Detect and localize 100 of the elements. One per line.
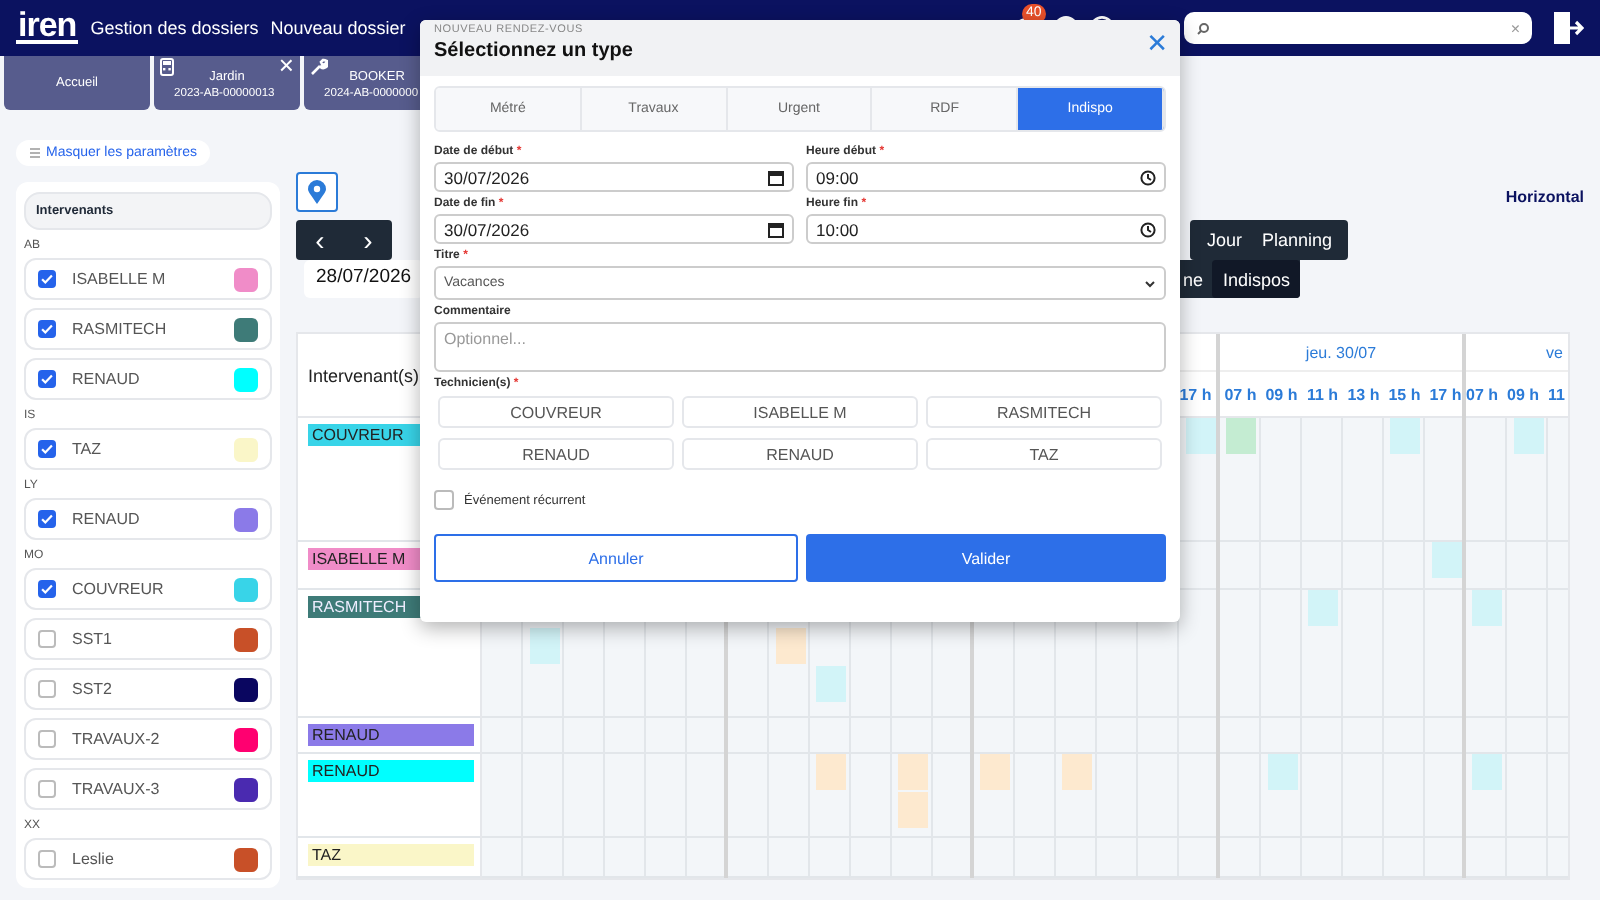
nav-arrow-button[interactable]: ›: [344, 220, 392, 260]
filter-button[interactable]: ne: [1172, 260, 1213, 298]
technician-item[interactable]: TRAVAUX-3: [24, 768, 272, 810]
checkbox[interactable]: [38, 680, 56, 698]
nav-link[interactable]: Gestion des dossiers: [90, 18, 259, 38]
time-slots[interactable]: [1220, 542, 1462, 588]
date-input[interactable]: 30/07/2026: [434, 162, 794, 192]
checkbox[interactable]: [38, 370, 56, 388]
event-block[interactable]: [1308, 590, 1338, 626]
checkbox[interactable]: [38, 440, 56, 458]
checkbox[interactable]: [38, 730, 56, 748]
technician-item[interactable]: TRAVAUX-2: [24, 718, 272, 760]
event-block[interactable]: [1226, 418, 1256, 454]
time-slots[interactable]: [974, 838, 1216, 876]
nav-arrow-button[interactable]: ‹: [296, 220, 344, 260]
time-input[interactable]: 09:00: [806, 162, 1166, 192]
time-slots[interactable]: [482, 838, 724, 876]
event-block[interactable]: [1185, 418, 1215, 454]
event-block[interactable]: [898, 792, 928, 828]
checkbox[interactable]: [38, 320, 56, 338]
time-slots[interactable]: [482, 754, 724, 836]
event-block[interactable]: [1390, 418, 1420, 454]
technician-name: SST2: [72, 680, 113, 698]
technician-item[interactable]: SST1: [24, 618, 272, 660]
event-block[interactable]: [980, 754, 1010, 790]
technician-item[interactable]: RENAUD: [24, 358, 272, 400]
submit-button[interactable]: Valider: [806, 534, 1166, 582]
technician-button[interactable]: TAZ: [926, 438, 1162, 470]
technician-name: RENAUD: [72, 510, 140, 528]
technician-name: TRAVAUX-3: [72, 780, 160, 798]
view-button[interactable]: Jour: [1196, 220, 1252, 260]
close-tab-button[interactable]: ×: [278, 52, 294, 80]
clock-icon[interactable]: [1140, 221, 1156, 237]
checkbox[interactable]: [38, 630, 56, 648]
time-slots[interactable]: [728, 718, 970, 752]
technician-item[interactable]: Leslie: [24, 838, 272, 880]
time-slots[interactable]: [1220, 718, 1462, 752]
logout-icon[interactable]: [1552, 10, 1584, 46]
day-header: jeu. 30/07: [1305, 343, 1377, 361]
map-button[interactable]: [296, 172, 338, 212]
checkbox[interactable]: [38, 270, 56, 288]
event-block[interactable]: [1267, 754, 1297, 790]
event-block[interactable]: [816, 666, 846, 702]
orientation-label[interactable]: Horizontal: [1505, 188, 1584, 206]
event-block[interactable]: [775, 628, 805, 664]
checkbox[interactable]: [434, 490, 454, 510]
filter-button[interactable]: Indispos: [1212, 260, 1300, 298]
time-slots[interactable]: [728, 838, 970, 876]
technician-button[interactable]: COUVREUR: [438, 396, 674, 428]
event-block[interactable]: [898, 754, 928, 790]
calendar-icon[interactable]: [768, 221, 784, 237]
technician-button[interactable]: RASMITECH: [926, 396, 1162, 428]
checkbox[interactable]: [38, 780, 56, 798]
technician-item[interactable]: RASMITECH: [24, 308, 272, 350]
date-input[interactable]: 30/07/2026: [434, 214, 794, 244]
technician-button[interactable]: RENAUD: [682, 438, 918, 470]
time-slots[interactable]: [728, 754, 970, 836]
technician-name: RASMITECH: [72, 320, 167, 338]
wrench-icon: [310, 58, 328, 76]
event-block[interactable]: [1472, 754, 1502, 790]
calendar-icon[interactable]: [768, 169, 784, 185]
hour-label: 11 h: [1304, 383, 1341, 407]
time-slots[interactable]: [1220, 418, 1462, 540]
technician-button[interactable]: RENAUD: [438, 438, 674, 470]
date-field[interactable]: 28/07/2026: [304, 260, 424, 298]
time-slots[interactable]: [1220, 838, 1462, 876]
hour-label: 09 h: [1507, 383, 1542, 407]
cancel-button[interactable]: Annuler: [434, 534, 798, 582]
technician-item[interactable]: SST2: [24, 668, 272, 710]
close-button[interactable]: ✕: [1146, 30, 1168, 60]
time-slots[interactable]: [482, 718, 724, 752]
event-block[interactable]: [1431, 542, 1461, 578]
hour-label: 15 h: [1386, 383, 1423, 407]
nav-link[interactable]: Nouveau dossier: [270, 18, 406, 38]
time-slots[interactable]: [1220, 590, 1462, 716]
time-slots[interactable]: [974, 754, 1216, 836]
technician-item[interactable]: ISABELLE M: [24, 258, 272, 300]
clock-icon[interactable]: [1140, 169, 1156, 185]
time-slots[interactable]: [974, 718, 1216, 752]
technician-item[interactable]: RENAUD: [24, 498, 272, 540]
checkbox[interactable]: [38, 850, 56, 868]
technician-item[interactable]: TAZ: [24, 428, 272, 470]
checkbox[interactable]: [38, 510, 56, 528]
event-block[interactable]: [529, 628, 559, 664]
view-button[interactable]: Planning: [1251, 220, 1342, 260]
technician-item[interactable]: COUVREUR: [24, 568, 272, 610]
event-block[interactable]: [816, 754, 846, 790]
event-block[interactable]: [1472, 590, 1502, 626]
hour-label: 17 h: [1177, 383, 1214, 407]
logo[interactable]: iren: [16, 12, 79, 44]
search-icon: [1196, 21, 1210, 35]
technician-button[interactable]: ISABELLE M: [682, 396, 918, 428]
event-block[interactable]: [1062, 754, 1092, 790]
hour-label: 09 h: [1263, 383, 1300, 407]
checkbox[interactable]: [38, 580, 56, 598]
hour-label: 07 h: [1222, 383, 1259, 407]
technician-name: TAZ: [72, 440, 102, 458]
time-slots[interactable]: [1220, 754, 1462, 836]
time-input[interactable]: 10:00: [806, 214, 1166, 244]
event-block[interactable]: [1513, 418, 1543, 454]
